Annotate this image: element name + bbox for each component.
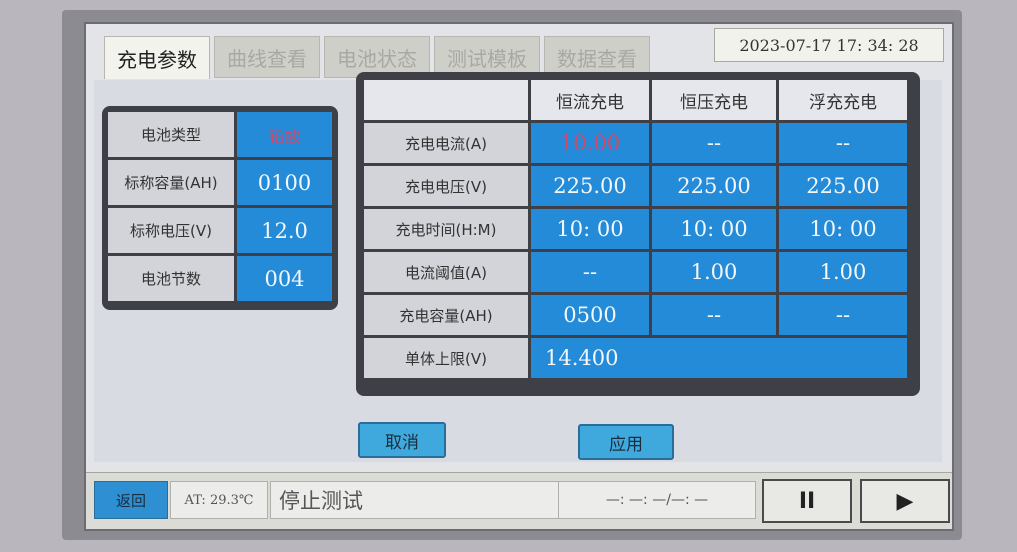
- cell-count-value[interactable]: 004: [237, 256, 332, 301]
- charge-current-label: 充电电流(A): [364, 123, 528, 163]
- test-status-text: 停止测试: [279, 489, 363, 513]
- pause-button[interactable]: II: [762, 479, 852, 523]
- pause-icon: II: [798, 488, 816, 514]
- current-threshold-cc: --: [531, 252, 649, 292]
- charge-voltage-label: 充电电压(V): [364, 166, 528, 206]
- table-corner: [364, 80, 528, 120]
- charge-current-cv: --: [652, 123, 776, 163]
- charge-capacity-cv: --: [652, 295, 776, 335]
- header-float-charge: 浮充充电: [779, 80, 907, 120]
- charge-time-label: 充电时间(H:M): [364, 209, 528, 249]
- back-button-label: 返回: [115, 491, 146, 510]
- back-button[interactable]: 返回: [94, 481, 168, 519]
- tab-curve-view[interactable]: 曲线查看: [214, 36, 320, 78]
- charge-time-cv[interactable]: 10: 00: [652, 209, 776, 249]
- datetime-display: 2023-07-17 17: 34: 28: [714, 28, 944, 62]
- timer-text: —: —: —/—: —: [605, 492, 709, 508]
- charge-current-float: --: [779, 123, 907, 163]
- tab-charge-params[interactable]: 充电参数: [104, 36, 210, 79]
- status-bar: 返回 AT: 29.3℃ 停止测试 —: —: —/—: — II ▶: [86, 472, 952, 529]
- charge-current-cc[interactable]: 10.00: [531, 123, 649, 163]
- charge-voltage-float[interactable]: 225.00: [779, 166, 907, 206]
- temperature-readout: AT: 29.3℃: [170, 481, 268, 519]
- charge-table: 恒流充电 恒压充电 浮充充电 充电电流(A) 10.00 -- -- 充电电压(…: [364, 80, 907, 378]
- nominal-voltage-value[interactable]: 12.0: [237, 208, 332, 253]
- charge-time-float[interactable]: 10: 00: [779, 209, 907, 249]
- nominal-voltage-label: 标称电压(V): [108, 208, 234, 253]
- current-threshold-cv[interactable]: 1.00: [652, 252, 776, 292]
- current-threshold-label: 电流阈值(A): [364, 252, 528, 292]
- cell-limit-label: 单体上限(V): [364, 338, 528, 378]
- play-button[interactable]: ▶: [860, 479, 950, 523]
- charge-capacity-float: --: [779, 295, 907, 335]
- battery-type-label: 电池类型: [108, 112, 234, 157]
- charge-capacity-cc[interactable]: 0500: [531, 295, 649, 335]
- nominal-capacity-label: 标称容量(AH): [108, 160, 234, 205]
- cell-limit-value[interactable]: 14.400: [531, 338, 907, 378]
- timer-readout: —: —: —/—: —: [558, 481, 756, 519]
- charge-time-cc[interactable]: 10: 00: [531, 209, 649, 249]
- cell-count-label: 电池节数: [108, 256, 234, 301]
- apply-button[interactable]: 应用: [578, 424, 674, 460]
- charge-voltage-cc[interactable]: 225.00: [531, 166, 649, 206]
- current-threshold-float[interactable]: 1.00: [779, 252, 907, 292]
- header-cc-charge: 恒流充电: [531, 80, 649, 120]
- battery-type-value[interactable]: 铅酸: [237, 112, 332, 157]
- charge-table-panel: 恒流充电 恒压充电 浮充充电 充电电流(A) 10.00 -- -- 充电电压(…: [356, 72, 920, 396]
- cancel-button[interactable]: 取消: [358, 422, 446, 458]
- charge-params-page: 电池类型 铅酸 标称容量(AH) 0100 标称电压(V) 12.0 电池节数 …: [94, 72, 942, 462]
- charge-voltage-cv[interactable]: 225.00: [652, 166, 776, 206]
- header-cv-charge: 恒压充电: [652, 80, 776, 120]
- hmi-screen: 充电参数 曲线查看 电池状态 测试模板 数据查看 2023-07-17 17: …: [84, 22, 954, 531]
- play-icon: ▶: [896, 488, 914, 514]
- charge-capacity-label: 充电容量(AH): [364, 295, 528, 335]
- nominal-capacity-value[interactable]: 0100: [237, 160, 332, 205]
- temperature-text: AT: 29.3℃: [184, 492, 254, 508]
- test-status: 停止测试: [270, 481, 560, 519]
- battery-info-panel: 电池类型 铅酸 标称容量(AH) 0100 标称电压(V) 12.0 电池节数 …: [102, 106, 338, 310]
